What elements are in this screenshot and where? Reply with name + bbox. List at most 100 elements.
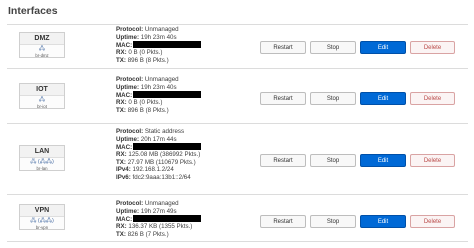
interface-status: Protocol: Unmanaged Uptime: 19h 27m 49s … bbox=[116, 200, 202, 239]
delete-button[interactable]: Delete bbox=[410, 92, 455, 105]
interface-row-lan: LAN 🖧 (🖧🖧) br-lan Protocol: Static addre… bbox=[7, 123, 468, 195]
protocol-value: Unmanaged bbox=[144, 200, 179, 207]
network-port-icon: 🖧 bbox=[38, 46, 46, 52]
restart-button[interactable]: Restart bbox=[260, 92, 306, 105]
rx-label: RX: bbox=[116, 99, 127, 107]
restart-button[interactable]: Restart bbox=[260, 215, 306, 228]
uptime-value: 20h 17m 44s bbox=[140, 135, 177, 143]
stop-button[interactable]: Stop bbox=[310, 215, 356, 228]
protocol-value: Unmanaged bbox=[144, 26, 179, 33]
tx-line: TX: 896 B (8 Pkts.) bbox=[116, 107, 201, 115]
interface-device: br-dmz bbox=[35, 53, 49, 58]
mac-redacted-value bbox=[133, 215, 202, 223]
protocol-line: Protocol: Unmanaged bbox=[116, 26, 201, 34]
protocol-line: Protocol: Static address bbox=[116, 128, 201, 136]
mac-line: MAC: bbox=[116, 143, 202, 151]
restart-button[interactable]: Restart bbox=[260, 154, 306, 167]
interface-row-dmz: DMZ 🖧 br-dmz Protocol: Unmanaged Uptime:… bbox=[7, 24, 468, 69]
interface-row-vpn: VPN 🖧 (🖧🖧) br-vpn Protocol: Unmanaged Up… bbox=[7, 194, 468, 242]
tx-label: TX: bbox=[116, 158, 126, 166]
interface-device: br-lan bbox=[36, 166, 48, 171]
network-port-icon: 🖧 (🖧🖧) bbox=[30, 159, 54, 165]
interface-name: IOT bbox=[20, 84, 64, 96]
mac-redacted-value bbox=[133, 41, 202, 49]
tx-value: 27.97 MB (110679 Pkts.) bbox=[127, 158, 196, 166]
interface-badge-iot[interactable]: IOT 🖧 br-iot bbox=[19, 83, 65, 109]
rx-label: RX: bbox=[116, 151, 127, 159]
protocol-label: Protocol: bbox=[116, 128, 144, 135]
network-port-icon: 🖧 bbox=[38, 97, 46, 103]
interface-badge-lan[interactable]: LAN 🖧 (🖧🖧) br-lan bbox=[19, 145, 65, 171]
mac-line: MAC: bbox=[116, 91, 202, 99]
interface-device: br-vpn bbox=[35, 225, 49, 230]
stop-button[interactable]: Stop bbox=[310, 154, 356, 167]
uptime-line: Uptime: 19h 27m 49s bbox=[116, 208, 201, 216]
tx-value: 896 B (8 Pkts.) bbox=[127, 106, 169, 114]
interface-actions: Restart Stop Edit Delete bbox=[260, 215, 460, 228]
stop-button[interactable]: Stop bbox=[310, 92, 356, 105]
uptime-line: Uptime: 20h 17m 44s bbox=[116, 136, 201, 144]
interface-actions: Restart Stop Edit Delete bbox=[260, 41, 460, 54]
rx-value: 0 B (0 Pkts.) bbox=[128, 99, 163, 107]
edit-button[interactable]: Edit bbox=[360, 154, 406, 167]
mac-line: MAC: bbox=[116, 41, 202, 49]
rx-line: RX: 136.37 KB (1355 Pkts.) bbox=[116, 223, 201, 231]
tx-line: TX: 27.97 MB (110679 Pkts.) bbox=[116, 159, 201, 167]
interface-badge-dmz[interactable]: DMZ 🖧 br-dmz bbox=[19, 32, 65, 58]
uptime-label: Uptime: bbox=[116, 135, 140, 143]
protocol-line: Protocol: Unmanaged bbox=[116, 200, 201, 208]
delete-button[interactable]: Delete bbox=[410, 41, 455, 54]
delete-button[interactable]: Delete bbox=[410, 215, 455, 228]
ipv4-label: IPv4: bbox=[116, 166, 131, 174]
interfaces-page: Interfaces DMZ 🖧 br-dmz Protocol: Unmana… bbox=[0, 0, 474, 248]
ipv6-label: IPv6: bbox=[116, 174, 131, 182]
uptime-label: Uptime: bbox=[116, 83, 140, 91]
uptime-value: 19h 23m 40s bbox=[140, 33, 177, 41]
protocol-label: Protocol: bbox=[116, 76, 144, 83]
protocol-value: Static address bbox=[144, 128, 185, 135]
ipv4-line: IPv4: 192.168.1.2/24 bbox=[116, 166, 201, 174]
uptime-value: 19h 23m 40s bbox=[140, 83, 177, 91]
interface-status: Protocol: Static address Uptime: 20h 17m… bbox=[116, 128, 202, 182]
interface-status: Protocol: Unmanaged Uptime: 19h 23m 40s … bbox=[116, 76, 202, 115]
mac-redacted-value bbox=[133, 143, 202, 151]
tx-line: TX: 826 B (7 Pkts.) bbox=[116, 231, 201, 239]
interface-badge-vpn[interactable]: VPN 🖧 (🖧🖧) br-vpn bbox=[19, 204, 65, 230]
interface-status: Protocol: Unmanaged Uptime: 19h 23m 40s … bbox=[116, 26, 202, 64]
ipv6-value: fdc2:9aaa:13b1::2/64 bbox=[132, 174, 191, 182]
rx-value: 125.08 MB (386992 Pkts.) bbox=[128, 151, 201, 159]
rx-value: 0 B (0 Pkts.) bbox=[128, 49, 163, 57]
rx-line: RX: 0 B (0 Pkts.) bbox=[116, 99, 201, 107]
protocol-value: Unmanaged bbox=[144, 76, 179, 83]
ipv4-value: 192.168.1.2/24 bbox=[132, 166, 174, 174]
uptime-label: Uptime: bbox=[116, 33, 140, 41]
interface-name: LAN bbox=[20, 146, 64, 158]
protocol-label: Protocol: bbox=[116, 200, 144, 207]
mac-redacted-value bbox=[133, 91, 202, 99]
tx-label: TX: bbox=[116, 230, 126, 238]
section-title: Interfaces bbox=[8, 5, 58, 17]
rx-line: RX: 125.08 MB (386992 Pkts.) bbox=[116, 151, 201, 159]
protocol-label: Protocol: bbox=[116, 26, 144, 33]
interface-row-iot: IOT 🖧 br-iot Protocol: Unmanaged Uptime:… bbox=[7, 68, 468, 124]
interface-device: br-iot bbox=[37, 104, 47, 109]
edit-button[interactable]: Edit bbox=[360, 41, 406, 54]
tx-value: 896 B (8 Pkts.) bbox=[127, 56, 169, 64]
mac-line: MAC: bbox=[116, 215, 202, 223]
protocol-line: Protocol: Unmanaged bbox=[116, 76, 201, 84]
stop-button[interactable]: Stop bbox=[310, 41, 356, 54]
rx-label: RX: bbox=[116, 49, 127, 57]
rx-value: 136.37 KB (1355 Pkts.) bbox=[128, 223, 193, 231]
tx-label: TX: bbox=[116, 106, 126, 114]
uptime-line: Uptime: 19h 23m 40s bbox=[116, 84, 201, 92]
uptime-label: Uptime: bbox=[116, 207, 140, 215]
uptime-value: 19h 27m 49s bbox=[140, 207, 177, 215]
uptime-line: Uptime: 19h 23m 40s bbox=[116, 34, 201, 42]
interface-actions: Restart Stop Edit Delete bbox=[260, 92, 460, 105]
edit-button[interactable]: Edit bbox=[360, 215, 406, 228]
edit-button[interactable]: Edit bbox=[360, 92, 406, 105]
interface-name: DMZ bbox=[20, 33, 64, 45]
ipv6-line: IPv6: fdc2:9aaa:13b1::2/64 bbox=[116, 174, 201, 182]
restart-button[interactable]: Restart bbox=[260, 41, 306, 54]
delete-button[interactable]: Delete bbox=[410, 154, 455, 167]
